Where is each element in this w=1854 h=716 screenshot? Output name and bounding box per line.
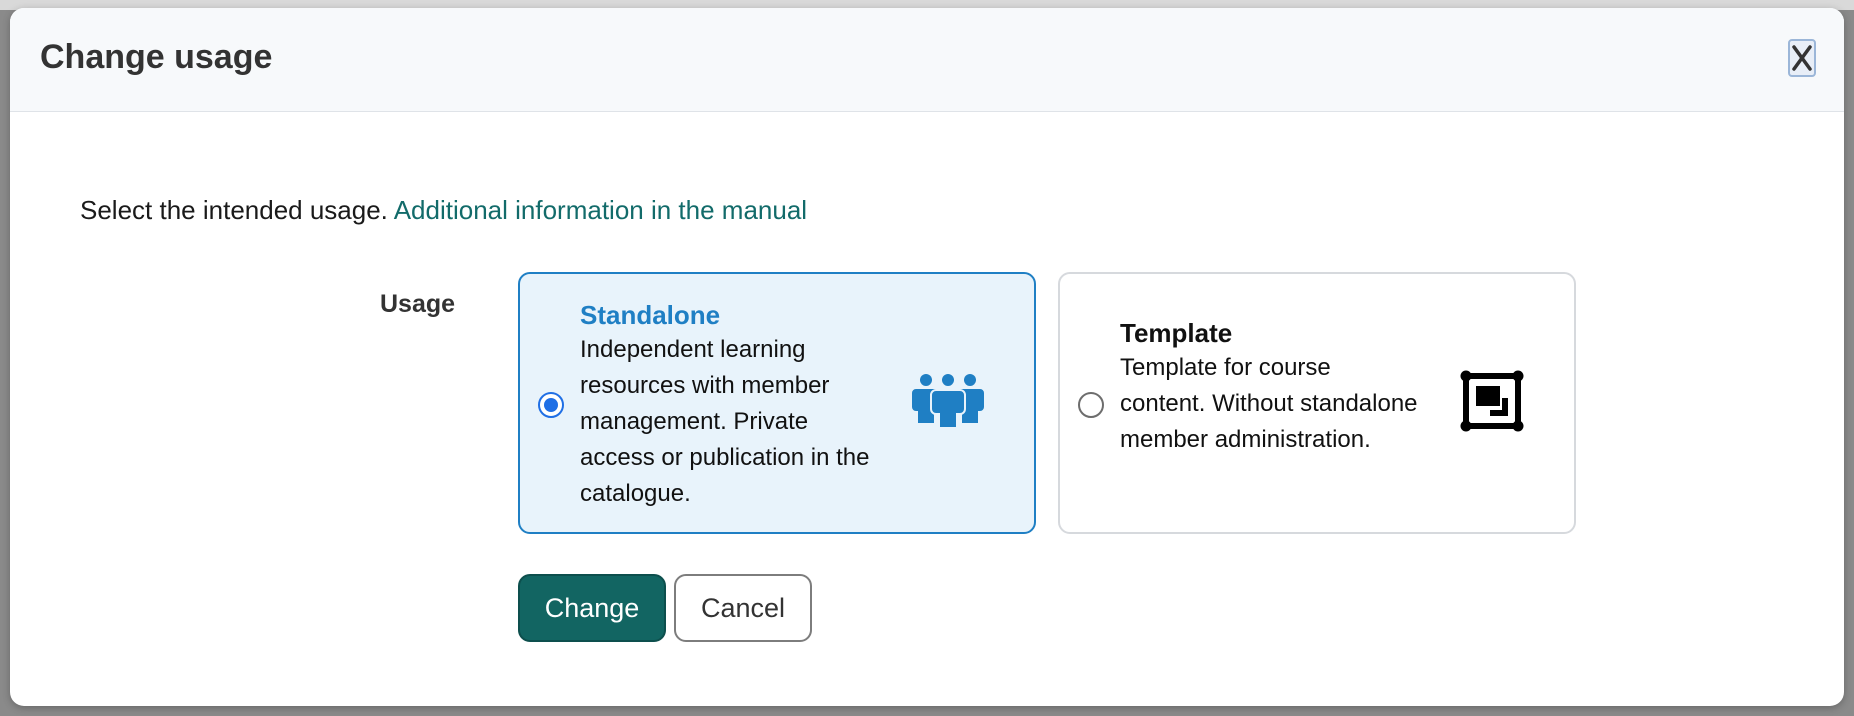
usage-option-standalone[interactable]: Standalone Independent learning resource… xyxy=(518,272,1036,534)
change-button[interactable]: Change xyxy=(518,574,666,642)
manual-link[interactable]: Additional information in the manual xyxy=(394,195,807,225)
dialog-header: Change usage xyxy=(10,8,1844,112)
group-of-people-icon xyxy=(912,372,984,428)
template-frame-icon xyxy=(1460,370,1524,432)
standalone-text: Standalone Independent learning resource… xyxy=(580,298,880,512)
close-button[interactable] xyxy=(1788,39,1816,77)
intro-text: Select the intended usage. Additional in… xyxy=(80,195,807,226)
template-text: Template Template for course content. Wi… xyxy=(1120,316,1420,458)
usage-label: Usage xyxy=(380,290,456,318)
standalone-radio[interactable] xyxy=(538,392,564,418)
standalone-description: Independent learning resources with memb… xyxy=(580,336,870,507)
intro-instruction: Select the intended usage. xyxy=(80,195,388,225)
template-description: Template for course content. Without sta… xyxy=(1120,354,1418,453)
cancel-button[interactable]: Cancel xyxy=(674,574,812,642)
dialog-title: Change usage xyxy=(40,38,273,76)
close-icon xyxy=(1792,45,1812,71)
usage-option-template[interactable]: Template Template for course content. Wi… xyxy=(1058,272,1576,534)
template-title: Template xyxy=(1120,318,1233,348)
change-usage-dialog: Change usage Select the intended usage. … xyxy=(10,8,1844,706)
standalone-title: Standalone xyxy=(580,300,721,330)
template-radio[interactable] xyxy=(1078,392,1104,418)
